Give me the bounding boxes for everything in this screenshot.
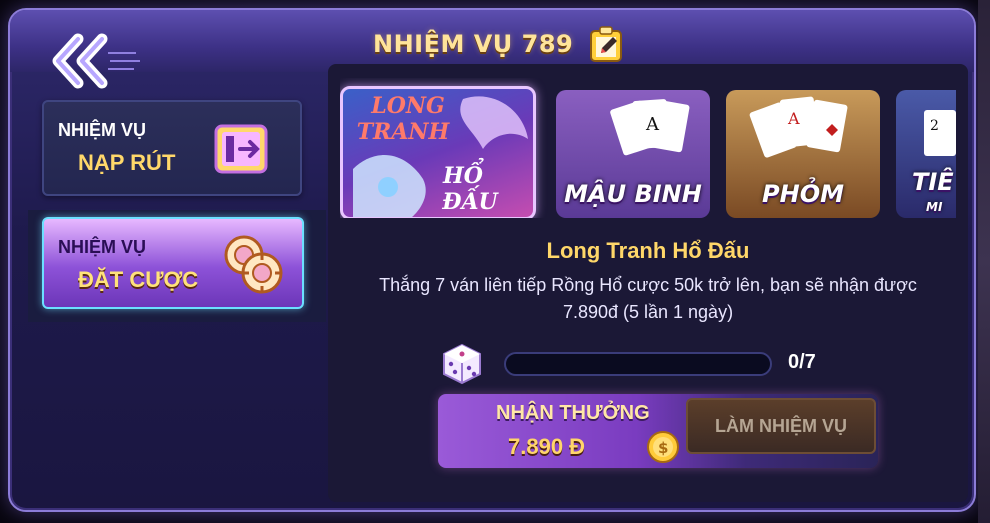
mission-content: LONG TRANH HỔ ĐẤU A MẬU BINH A PHỎM 2 TI… <box>328 64 968 502</box>
game-title-line2: TRANH <box>356 119 450 145</box>
page-title: NHIỆM VỤ 789 <box>373 30 574 58</box>
reward-panel: NHẬN THƯỞNG 7.890 Đ $ LÀM NHIỆM VỤ <box>438 394 878 468</box>
casino-chips-icon <box>224 235 283 294</box>
task-progress-bar <box>504 352 772 376</box>
game-title-line3: HỔ <box>443 163 483 189</box>
atm-card-icon <box>214 124 268 174</box>
game-card-mau-binh[interactable]: A MẬU BINH <box>556 90 710 218</box>
game-title: MẬU BINH <box>564 180 702 208</box>
sidebar-item-dat-cuoc[interactable]: NHIỆM VỤ ĐẶT CƯỢC <box>42 217 304 309</box>
progress-count: 0/7 <box>788 351 816 373</box>
game-title: TIÊ <box>912 168 954 196</box>
sidebar-item-nap-rut[interactable]: NHIỆM VỤ NẠP RÚT <box>42 100 302 196</box>
double-chevron-left-icon <box>52 33 140 89</box>
game-title-line1: LONG <box>371 93 445 119</box>
cards-art: 2 <box>924 110 956 156</box>
game-title-line4: ĐẤU <box>442 189 498 215</box>
svg-text:A: A <box>645 114 660 135</box>
game-subtitle: MI <box>926 200 943 214</box>
game-screen: NHIỆM VỤ 789 NHIỆM VỤ NẠP RÚT NHIỆM VỤ Đ… <box>0 0 990 523</box>
background-edge <box>978 0 990 523</box>
task-title: Long Tranh Hổ Đấu <box>546 238 750 263</box>
game-card-phom[interactable]: A PHỎM <box>726 90 880 218</box>
svg-text:A: A <box>787 109 800 128</box>
game-card-long-tranh-ho-dau[interactable]: LONG TRANH HỔ ĐẤU <box>340 86 536 218</box>
svg-text:2: 2 <box>930 118 939 134</box>
task-description: Thắng 7 ván liên tiếp Rồng Hổ cược 50k t… <box>379 275 917 322</box>
dice-icon <box>443 343 481 385</box>
sidebar-item-sublabel: NẠP RÚT <box>78 150 176 175</box>
clipboard-pencil-icon <box>590 26 622 62</box>
sidebar-item-label: NHIỆM VỤ <box>58 237 147 257</box>
do-mission-button[interactable]: LÀM NHIỆM VỤ <box>686 398 876 454</box>
sidebar-item-label: NHIỆM VỤ <box>58 120 147 140</box>
gold-coin-icon: $ <box>647 431 679 463</box>
svg-text:$: $ <box>658 439 668 457</box>
game-title: PHỎM <box>762 180 844 208</box>
sidebar-item-sublabel: ĐẶT CƯỢC <box>78 267 199 292</box>
do-mission-label: LÀM NHIỆM VỤ <box>715 416 847 436</box>
reward-amount: 7.890 Đ <box>508 434 586 459</box>
reward-label: NHẬN THƯỞNG <box>496 402 650 424</box>
sidebar: NHIỆM VỤ NẠP RÚT NHIỆM VỤ ĐẶT CƯỢC <box>24 80 326 510</box>
game-card-tien-len[interactable]: 2 TIÊ MI <box>896 90 956 218</box>
mission-panel: NHIỆM VỤ 789 NHIỆM VỤ NẠP RÚT NHIỆM VỤ Đ… <box>8 8 976 512</box>
game-carousel[interactable]: LONG TRANH HỔ ĐẤU A MẬU BINH A PHỎM 2 TI… <box>340 78 956 218</box>
